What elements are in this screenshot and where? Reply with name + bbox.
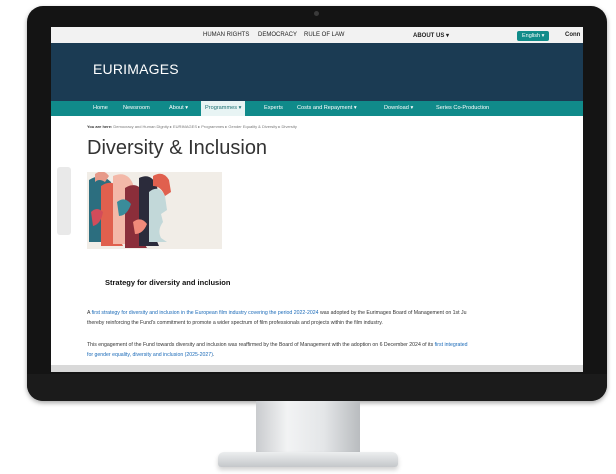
chevron-down-icon: ▾ xyxy=(541,33,545,39)
breadcrumb-prefix: You are here: xyxy=(87,124,113,129)
site-header: EURIMAGES xyxy=(51,43,583,101)
nav-item-newsroom[interactable]: Newsroom xyxy=(123,101,150,116)
breadcrumb-item-current: Diversity xyxy=(281,124,297,129)
nav-item-home[interactable]: Home xyxy=(93,101,108,116)
nav-about-label: About xyxy=(169,105,184,111)
paragraph-1-line-2: thereby reinforcing the Fund's commitmen… xyxy=(87,320,383,326)
paragraph-2-end: . xyxy=(212,352,215,358)
monitor-chin xyxy=(27,374,607,401)
nav-item-about[interactable]: About ▾ xyxy=(169,101,188,116)
paragraph-1-text-b: was adopted by the Eurimages Board of Ma… xyxy=(318,310,467,316)
nav-programmes-label: Programmes xyxy=(205,105,238,111)
connect-link[interactable]: Conn xyxy=(565,32,580,38)
paragraph-2-line-2: for gender equality, diversity and inclu… xyxy=(87,352,214,358)
paragraph-2-text: This engagement of the Fund towards dive… xyxy=(87,342,435,348)
breadcrumb-item[interactable]: Democracy and Human Dignity xyxy=(113,124,168,129)
nav-item-experts[interactable]: Experts xyxy=(264,101,283,116)
language-select[interactable]: English ▾ xyxy=(517,31,550,41)
page-bottom-strip xyxy=(51,365,583,372)
paragraph-2: This engagement of the Fund towards dive… xyxy=(87,342,468,348)
nav-download-label: Download xyxy=(384,105,409,111)
nav-item-costs-and-repayment[interactable]: Costs and Repayment ▾ xyxy=(297,101,357,116)
diversity-faces-illustration xyxy=(87,172,222,249)
breadcrumb-item[interactable]: EURIMAGES xyxy=(173,124,197,129)
monitor-stand xyxy=(256,401,360,459)
topbar-link-rule-of-law[interactable]: RULE OF LAW xyxy=(304,32,344,38)
language-label: English xyxy=(522,33,541,39)
monitor-frame: HUMAN RIGHTS DEMOCRACY RULE OF LAW ABOUT… xyxy=(27,6,607,401)
topbar-link-democracy[interactable]: DEMOCRACY xyxy=(258,32,297,38)
nav-item-download[interactable]: Download ▾ xyxy=(384,101,413,116)
nav-item-programmes[interactable]: Programmes ▾ xyxy=(201,101,246,116)
chevron-down-icon: ▾ xyxy=(410,105,414,111)
page-title: Diversity & Inclusion xyxy=(87,137,268,159)
nav-costs-label: Costs and Repayment xyxy=(297,105,353,111)
chevron-down-icon: ▾ xyxy=(353,105,357,111)
chevron-down-icon: ▾ xyxy=(446,33,450,39)
brand-logo[interactable]: EURIMAGES xyxy=(93,61,179,77)
nav-item-series-co-production[interactable]: Series Co-Production xyxy=(436,101,489,116)
integrated-strategy-link[interactable]: first integrated xyxy=(435,342,468,348)
about-us-label: ABOUT US xyxy=(413,33,445,39)
breadcrumb-item[interactable]: Gender Equality & Diversity xyxy=(228,124,277,129)
side-tab[interactable] xyxy=(57,167,71,235)
chevron-down-icon: ▾ xyxy=(185,105,188,111)
about-us-menu[interactable]: ABOUT US ▾ xyxy=(413,32,449,39)
paragraph-1: A first strategy for diversity and inclu… xyxy=(87,310,467,316)
main-nav: Home Newsroom About ▾ Programmes ▾ Exper… xyxy=(51,101,583,116)
top-utility-bar: HUMAN RIGHTS DEMOCRACY RULE OF LAW ABOUT… xyxy=(51,27,583,43)
section-heading: Strategy for diversity and inclusion xyxy=(105,278,231,287)
integrated-strategy-link-continued[interactable]: for gender equality, diversity and inclu… xyxy=(87,352,213,358)
screen: HUMAN RIGHTS DEMOCRACY RULE OF LAW ABOUT… xyxy=(51,27,583,372)
breadcrumb-item[interactable]: Programmes xyxy=(201,124,224,129)
strategy-2022-2024-link[interactable]: first strategy for diversity and inclusi… xyxy=(92,310,319,316)
webcam xyxy=(314,11,319,16)
topbar-link-human-rights[interactable]: HUMAN RIGHTS xyxy=(203,32,249,38)
breadcrumb: You are here: Democracy and Human Dignit… xyxy=(87,124,297,129)
chevron-down-icon: ▾ xyxy=(238,105,242,111)
monitor-base xyxy=(218,452,398,467)
